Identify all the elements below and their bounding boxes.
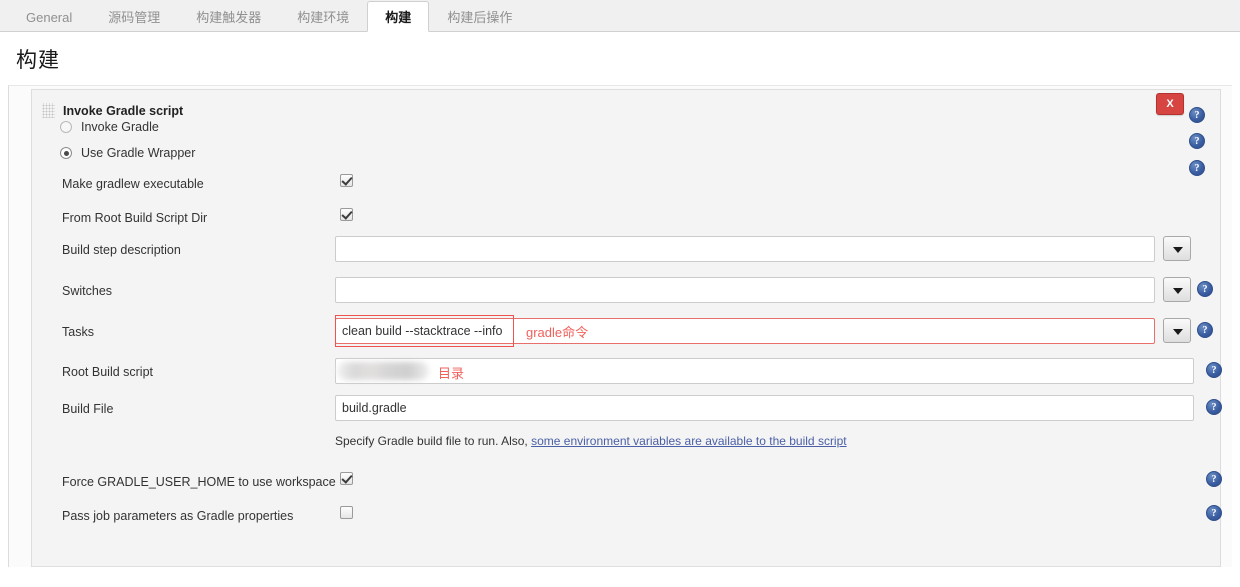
dropdown-button-tasks[interactable]	[1163, 318, 1191, 343]
input-tasks[interactable]	[335, 318, 1155, 344]
radio-row-use-gradle-wrapper[interactable]: Use Gradle Wrapper	[60, 146, 195, 160]
help-icon-use-gradle-wrapper[interactable]: ?	[1189, 160, 1205, 176]
remove-build-step-button[interactable]: X	[1156, 93, 1184, 115]
help-icon-tasks[interactable]: ?	[1197, 322, 1213, 338]
help-icon-invoke-gradle[interactable]: ?	[1189, 133, 1205, 149]
tab-build-triggers[interactable]: 构建触发器	[178, 1, 279, 32]
radio-use-gradle-wrapper[interactable]	[60, 147, 72, 159]
dropdown-button-build-step-description[interactable]	[1163, 236, 1191, 261]
label-build-file: Build File	[62, 402, 114, 416]
annotation-tasks: gradle命令	[526, 325, 589, 340]
radio-row-invoke-gradle[interactable]: Invoke Gradle	[60, 120, 159, 134]
help-icon-invoke-gradle-script[interactable]: ?	[1189, 107, 1205, 123]
tab-build-environment[interactable]: 构建环境	[279, 1, 367, 32]
dropdown-button-switches[interactable]	[1163, 277, 1191, 302]
build-step-title: Invoke Gradle script	[63, 103, 184, 118]
label-from-root-build-script-dir: From Root Build Script Dir	[62, 211, 208, 225]
tab-source-code-management[interactable]: 源码管理	[90, 1, 178, 32]
build-file-hint-text: Specify Gradle build file to run. Also,	[335, 434, 532, 448]
radio-label-invoke-gradle: Invoke Gradle	[81, 120, 159, 134]
build-steps-container: Invoke Gradle script X ? Invoke Gradle ?…	[8, 85, 1232, 567]
label-tasks: Tasks	[62, 325, 94, 339]
label-build-step-description: Build step description	[62, 243, 181, 257]
help-icon-force-gradle-user-home[interactable]: ?	[1206, 471, 1222, 487]
label-switches: Switches	[62, 284, 113, 298]
radio-label-use-gradle-wrapper: Use Gradle Wrapper	[81, 146, 196, 160]
input-build-file[interactable]	[335, 395, 1194, 421]
label-root-build-script: Root Build script	[62, 365, 154, 379]
page-title: 构建	[16, 49, 60, 72]
checkbox-from-root-build-script-dir[interactable]	[340, 208, 353, 221]
tab-bar: General 源码管理 构建触发器 构建环境 构建 构建后操作	[0, 0, 1240, 32]
help-icon-root-build-script[interactable]: ?	[1206, 362, 1222, 378]
checkbox-pass-job-parameters[interactable]	[340, 506, 353, 519]
build-file-hint-link[interactable]: some environment variables are available…	[531, 434, 847, 448]
checkbox-force-gradle-user-home[interactable]	[340, 472, 353, 485]
help-icon-switches[interactable]: ?	[1197, 281, 1213, 297]
drag-handle-icon[interactable]	[42, 103, 55, 118]
checkbox-make-gradlew-executable[interactable]	[340, 174, 353, 187]
build-config-page: 构建 Invoke Gradle script X ? Invoke Gradl…	[0, 32, 1240, 587]
help-icon-pass-job-parameters[interactable]: ?	[1206, 505, 1222, 521]
label-make-gradlew-executable: Make gradlew executable	[62, 177, 204, 191]
build-step-header: Invoke Gradle script	[42, 103, 183, 118]
label-pass-job-parameters: Pass job parameters as Gradle properties	[62, 509, 294, 523]
annotation-root-build-script: 目录	[438, 366, 465, 381]
tab-general[interactable]: General	[8, 1, 90, 32]
redacted-value-root-build-script	[337, 362, 429, 380]
help-icon-build-file[interactable]: ?	[1206, 399, 1222, 415]
tab-build[interactable]: 构建	[367, 1, 430, 32]
build-step-invoke-gradle-script: Invoke Gradle script X ? Invoke Gradle ?…	[31, 89, 1222, 567]
label-force-gradle-user-home: Force GRADLE_USER_HOME to use workspace	[62, 475, 336, 489]
radio-invoke-gradle[interactable]	[60, 121, 72, 133]
tab-post-build-actions[interactable]: 构建后操作	[429, 1, 530, 32]
build-file-hint: Specify Gradle build file to run. Also, …	[335, 434, 847, 448]
input-build-step-description[interactable]	[335, 236, 1155, 262]
input-switches[interactable]	[335, 277, 1155, 303]
